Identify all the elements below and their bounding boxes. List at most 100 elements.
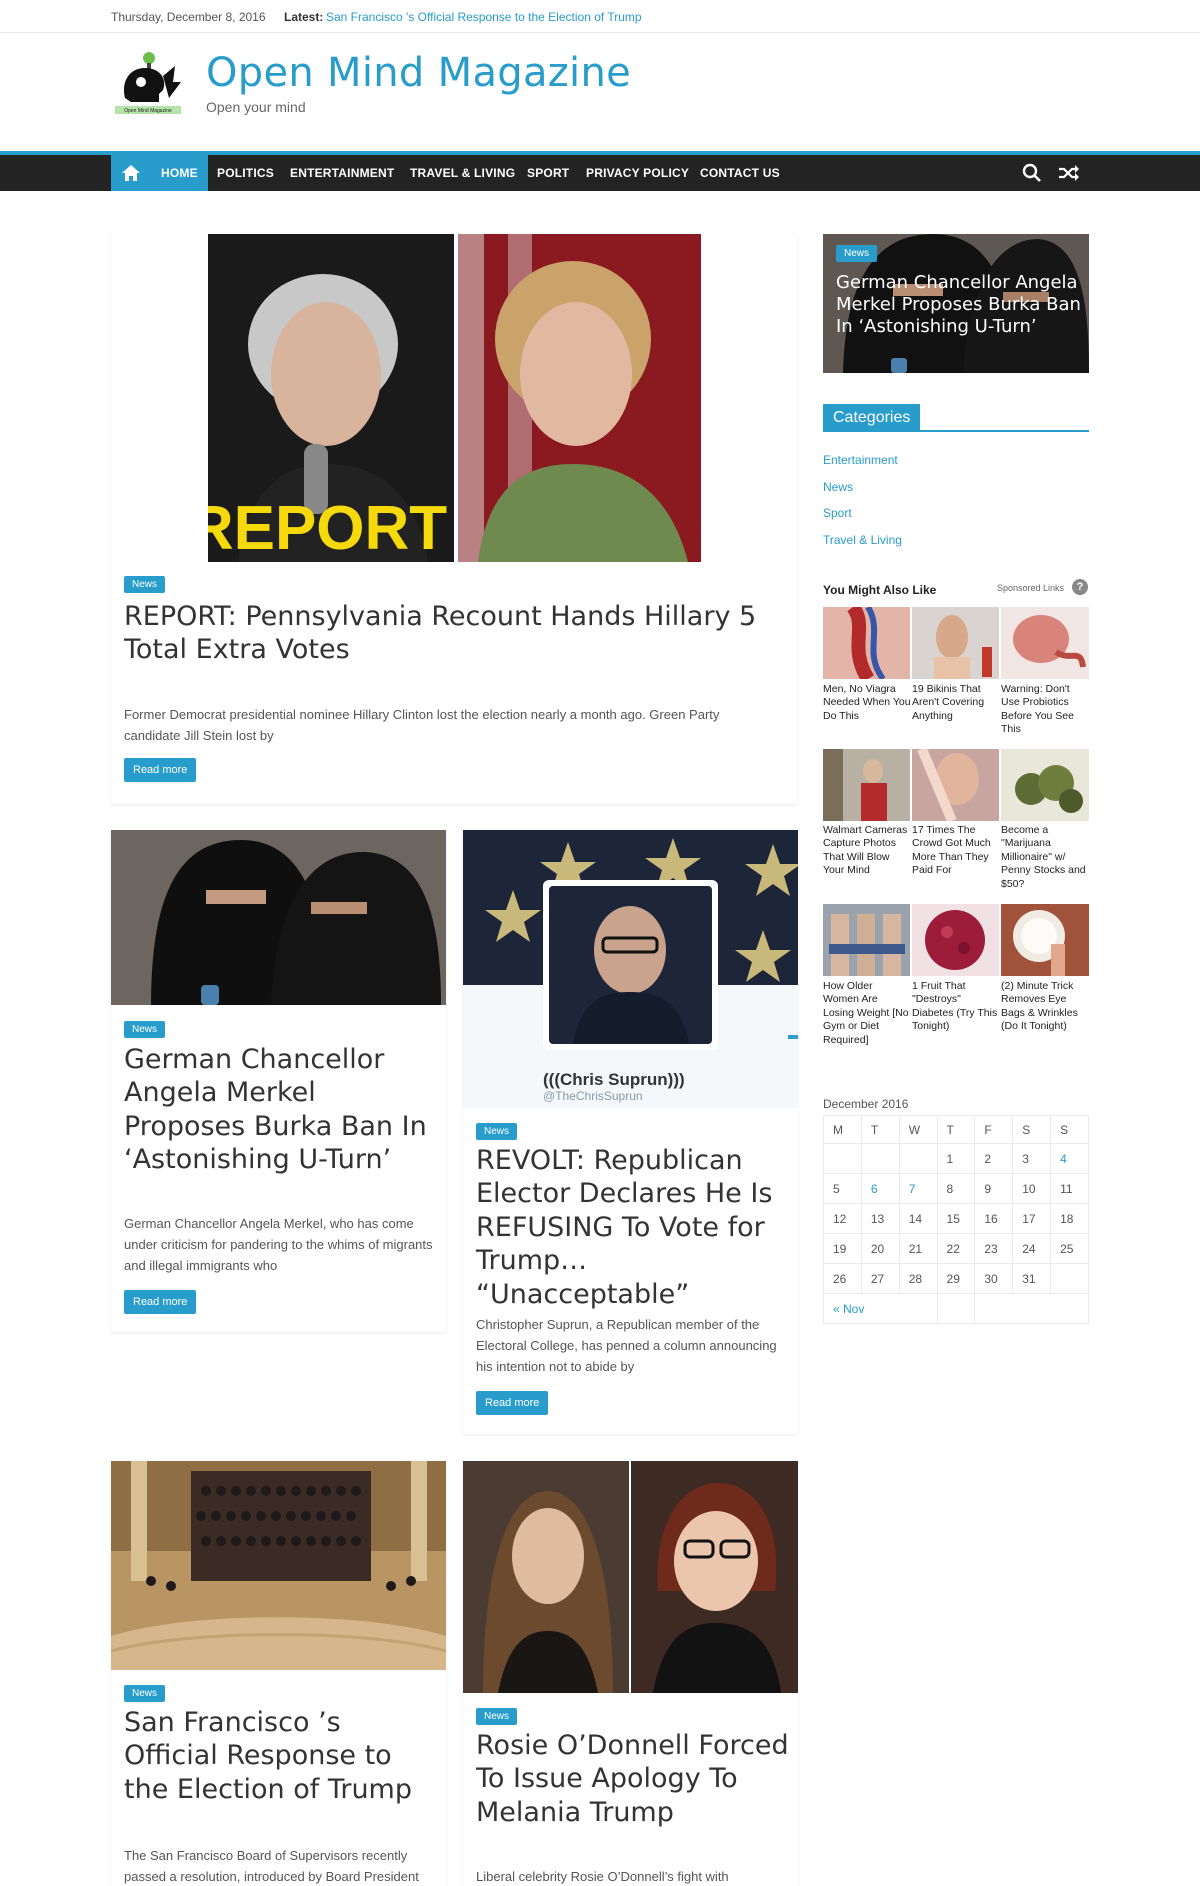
category-badge[interactable]: News (124, 576, 166, 593)
calendar-day-link[interactable]: 7 (898, 1173, 938, 1204)
nav-item-entertainment[interactable]: ENTERTAINMENT (280, 155, 404, 191)
calendar-day-link[interactable]: 6 (860, 1173, 900, 1204)
revolt-post-title[interactable]: REVOLT: Republican Elector Declares He I… (476, 1144, 791, 1311)
latest-news-link[interactable]: San Francisco 's Official Response to th… (326, 10, 642, 24)
ymal-caption[interactable]: 1 Fruit That "Destroys" Diabetes (Try Th… (912, 980, 1000, 1034)
calendar-day: 22 (936, 1233, 976, 1264)
calendar-next-month-empty (974, 1293, 1089, 1324)
calendar-day: 20 (860, 1233, 900, 1264)
ymal-thumbnail[interactable] (823, 904, 910, 976)
calendar-day-header: T (936, 1115, 976, 1144)
categories-heading: Categories (823, 404, 921, 432)
ymal-thumbnail[interactable] (823, 749, 910, 821)
sidebar-featured-badge[interactable]: News (836, 245, 878, 262)
nav-item-politics[interactable]: POLITICS (207, 155, 284, 191)
calendar-day: 9 (974, 1173, 1014, 1204)
ymal-thumbnail[interactable] (912, 607, 999, 679)
featured-post-excerpt: Former Democrat presidential nominee Hil… (124, 707, 720, 744)
category-link-sport[interactable]: Sport (823, 506, 852, 520)
calendar-day: 8 (936, 1173, 976, 1204)
random-post-icon[interactable] (1058, 163, 1080, 183)
calendar-day: 21 (898, 1233, 938, 1264)
help-icon[interactable]: ? (1072, 579, 1088, 595)
ymal-thumbnail[interactable] (1001, 607, 1089, 679)
ymal-caption[interactable]: 19 Bikinis That Aren't Covering Anything (912, 683, 1000, 723)
nav-item-travel-living[interactable]: TRAVEL & LIVING (400, 155, 525, 191)
calendar-day-header: W (898, 1115, 938, 1144)
categories-underline (823, 430, 1089, 432)
featured-post-image[interactable]: REPORT (208, 234, 701, 562)
calendar-day-header: F (974, 1115, 1014, 1144)
calendar-prev-month-link[interactable]: « Nov (823, 1293, 938, 1324)
calendar-day: 13 (860, 1203, 900, 1234)
nav-item-sport[interactable]: SPORT (517, 155, 579, 191)
search-icon[interactable] (1022, 163, 1042, 183)
calendar-day: 29 (936, 1263, 976, 1294)
ymal-caption[interactable]: Become a "Marijuana Millionaire" w/ Penn… (1001, 824, 1089, 891)
ymal-caption[interactable]: How Older Women Are Losing Weight [No Gy… (823, 980, 911, 1047)
ymal-thumbnail[interactable] (1001, 904, 1089, 976)
ymal-thumbnail[interactable] (1001, 749, 1089, 821)
profile-handle: @TheChrisSuprun (543, 1089, 643, 1103)
sponsored-links-label[interactable]: Sponsored Links (997, 583, 1064, 593)
calendar-day (823, 1143, 862, 1174)
sf-post-excerpt: The San Francisco Board of Supervisors r… (124, 1848, 419, 1885)
home-icon[interactable] (111, 155, 151, 191)
category-link-travel-living[interactable]: Travel & Living (823, 533, 902, 547)
calendar-day: 31 (1012, 1263, 1052, 1294)
ymal-thumbnail[interactable] (912, 904, 999, 976)
calendar-day: 18 (1050, 1203, 1089, 1234)
read-more-button[interactable]: Read more (124, 758, 197, 782)
calendar-day (898, 1143, 938, 1174)
calendar-day: 1 (936, 1143, 976, 1174)
sidebar-featured-title[interactable]: German Chancellor Angela Merkel Proposes… (836, 272, 1086, 338)
read-more-button[interactable]: Read more (476, 1391, 549, 1415)
ymal-caption[interactable]: Men, No Viagra Needed When You Do This (823, 683, 911, 723)
read-more-button[interactable]: Read more (124, 1290, 197, 1314)
ymal-caption[interactable]: Walmart Cameras Capture Photos That Will… (823, 824, 911, 878)
category-link-news[interactable]: News (823, 480, 853, 494)
category-badge[interactable]: News (476, 1123, 518, 1140)
site-logo[interactable]: Open Mind Magazine (111, 48, 185, 116)
calendar-day: 27 (860, 1263, 900, 1294)
post-card-revolt: (((Chris Suprun))) @TheChrisSuprun News … (463, 830, 798, 1434)
ymal-thumbnail[interactable] (912, 749, 999, 821)
category-badge[interactable]: News (476, 1708, 518, 1725)
calendar-day-link[interactable]: 4 (1050, 1143, 1089, 1174)
calendar-day: 17 (1012, 1203, 1052, 1234)
calendar-day: 23 (974, 1233, 1014, 1264)
sf-post-title[interactable]: San Francisco ’s Official Response to th… (124, 1706, 439, 1806)
calendar-day: 15 (936, 1203, 976, 1234)
category-badge[interactable]: News (124, 1021, 166, 1038)
nav-item-privacy-policy[interactable]: PRIVACY POLICY (576, 155, 699, 191)
nav-item-contact-us[interactable]: CONTACT US (690, 155, 790, 191)
featured-post-card: REPORT News REPORT: Pennsylvania Recount… (111, 234, 797, 804)
rosie-post-title[interactable]: Rosie O’Donnell Forced To Issue Apology … (476, 1729, 791, 1829)
rosie-post-image[interactable] (463, 1461, 798, 1693)
calendar-day-header: S (1050, 1115, 1089, 1144)
nav-item-home[interactable]: HOME (151, 155, 208, 191)
ymal-caption[interactable]: 17 Times The Crowd Got Much More Than Th… (912, 824, 1000, 878)
calendar-day: 5 (823, 1173, 862, 1204)
main-navigation: HOME POLITICS ENTERTAINMENT TRAVEL & LIV… (0, 155, 1200, 191)
featured-post-title[interactable]: REPORT: Pennsylvania Recount Hands Hilla… (124, 600, 774, 667)
calendar-pad (936, 1293, 976, 1324)
calendar-day: 2 (974, 1143, 1014, 1174)
ymal-thumbnail[interactable] (823, 607, 910, 679)
site-title[interactable]: Open Mind Magazine (206, 50, 631, 96)
revolt-post-excerpt: Christopher Suprun, a Republican member … (476, 1317, 777, 1375)
ymal-heading: You Might Also Like (823, 583, 937, 597)
merkel-post-title[interactable]: German Chancellor Angela Merkel Proposes… (124, 1043, 434, 1177)
ymal-caption[interactable]: Warning: Don't Use Probiotics Before You… (1001, 683, 1089, 737)
merkel-post-image[interactable] (111, 830, 446, 1005)
sf-post-image[interactable] (111, 1461, 446, 1670)
latest-label: Latest: (284, 10, 324, 24)
profile-name: (((Chris Suprun))) (543, 1070, 685, 1089)
calendar-day: 10 (1012, 1173, 1052, 1204)
category-badge[interactable]: News (124, 1685, 166, 1702)
revolt-post-image[interactable]: (((Chris Suprun))) @TheChrisSuprun (463, 830, 798, 1108)
category-link-entertainment[interactable]: Entertainment (823, 453, 898, 467)
ymal-caption[interactable]: (2) Minute Trick Removes Eye Bags & Wrin… (1001, 980, 1089, 1034)
post-card-sf: News San Francisco ’s Official Response … (111, 1461, 446, 1886)
calendar: M T W T F S S 1 2 3 4 5 6 7 8 9 10 11 12… (823, 1115, 1089, 1324)
